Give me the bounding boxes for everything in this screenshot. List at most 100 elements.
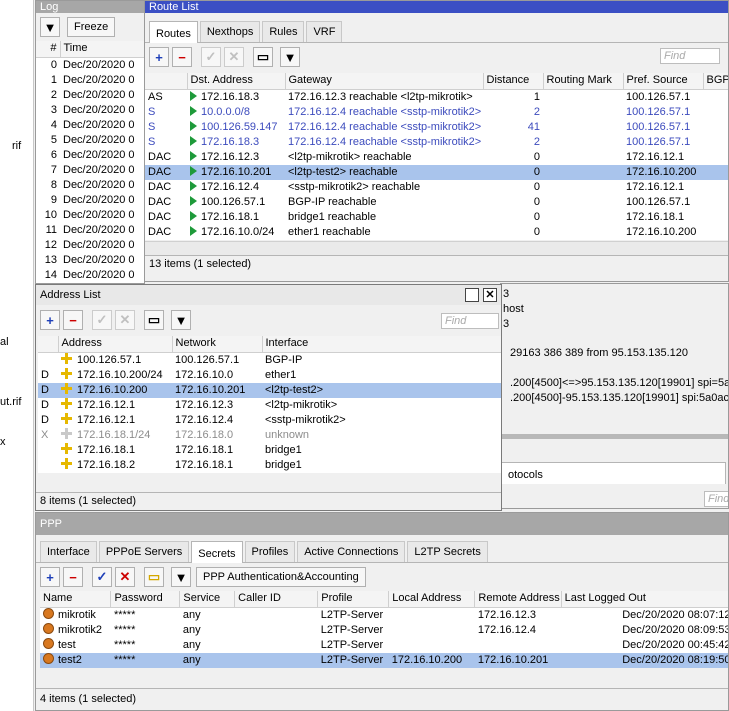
log-row[interactable]: 5 Dec/20/2020 0 <box>36 133 144 148</box>
route-col-header[interactable]: BGP <box>703 73 728 90</box>
route-col-header[interactable]: Distance <box>483 73 544 90</box>
log-row[interactable]: 10 Dec/20/2020 0 <box>36 208 144 223</box>
ppp-col-header[interactable]: Local Address <box>388 591 476 608</box>
ppp-col-header[interactable]: Caller ID <box>234 591 319 608</box>
enable-icon[interactable]: ✓ <box>92 567 112 587</box>
filter-icon[interactable]: ▼ <box>171 567 191 587</box>
address-col-header[interactable] <box>38 336 59 353</box>
tab-secrets[interactable]: Secrets <box>191 541 243 563</box>
ppp-secret-row[interactable]: mikrotik ***** any L2TP-Server 172.16.12.3 De… <box>40 607 728 623</box>
route-hscrollbar[interactable] <box>145 241 728 255</box>
tab-profiles[interactable]: Profiles <box>244 541 296 562</box>
route-col-header[interactable]: Routing Mark <box>543 73 624 90</box>
filter-icon[interactable]: ▼ <box>171 310 191 330</box>
log-row[interactable]: 14 Dec/20/2020 0 <box>36 268 144 283</box>
disable-icon[interactable]: ✕ <box>115 567 135 587</box>
route-row[interactable]: DAC 172.16.12.4 <sstp-mikrotik2> reachable… <box>145 180 728 195</box>
ppp-secret-row[interactable]: mikrotik2 ***** any L2TP-Server 172.16.12.4 D… <box>40 622 728 638</box>
bg-find-input[interactable]: Find <box>704 491 728 507</box>
address-row[interactable]: D 172.16.10.200/24 172.16.10.0 ether1 <box>38 367 501 383</box>
side-item-3[interactable]: ut.rif <box>0 396 21 408</box>
address-row[interactable]: 100.126.57.1 100.126.57.1 BGP-IP <box>38 352 501 368</box>
log-row[interactable]: 6 Dec/20/2020 0 <box>36 148 144 163</box>
log-col-time[interactable]: Time <box>60 41 144 58</box>
log-row[interactable]: 1 Dec/20/2020 0 <box>36 73 144 88</box>
log-row[interactable]: 4 Dec/20/2020 0 <box>36 118 144 133</box>
log-row[interactable]: 11 Dec/20/2020 0 <box>36 223 144 238</box>
log-row[interactable]: 9 Dec/20/2020 0 <box>36 193 144 208</box>
address-row[interactable]: 172.16.18.2 172.16.18.1 bridge1 <box>38 457 501 473</box>
add-icon[interactable]: + <box>40 310 60 330</box>
comment-icon[interactable]: ▭ <box>144 567 164 587</box>
log-row[interactable]: 0 Dec/20/2020 0 <box>36 57 144 73</box>
log-row[interactable]: 3 Dec/20/2020 0 <box>36 103 144 118</box>
tab-pppoe-servers[interactable]: PPPoE Servers <box>98 541 190 562</box>
route-row[interactable]: S 172.16.18.3 172.16.12.4 reachable <sstp-… <box>145 135 728 150</box>
remove-icon[interactable]: − <box>63 310 83 330</box>
route-row[interactable]: DAC 172.16.10.0/24 ether1 reachable 0 172.16… <box>145 225 728 240</box>
log-row[interactable]: 12 Dec/20/2020 0 <box>36 238 144 253</box>
tab-routes[interactable]: Routes <box>149 21 198 43</box>
log-row[interactable]: 2 Dec/20/2020 0 <box>36 88 144 103</box>
route-row[interactable]: DAC 172.16.10.201 <l2tp-test2> reachable 0 1… <box>145 164 728 180</box>
address-col-header[interactable]: Network <box>172 336 263 353</box>
route-row[interactable]: S 10.0.0.0/8 172.16.12.4 reachable <sstp-m… <box>145 105 728 120</box>
ppp-col-header[interactable]: Name <box>40 591 112 608</box>
tab-interface[interactable]: Interface <box>40 541 97 562</box>
enable-icon[interactable]: ✓ <box>201 47 221 67</box>
tab-rules[interactable]: Rules <box>262 21 305 42</box>
route-col-header[interactable]: Dst. Address <box>187 73 286 90</box>
route-col-header[interactable] <box>145 73 188 90</box>
enable-icon[interactable]: ✓ <box>92 310 112 330</box>
route-row[interactable]: DAC 172.16.12.3 <l2tp-mikrotik> reachable 0… <box>145 150 728 165</box>
address-row[interactable]: D 172.16.10.200 172.16.10.201 <l2tp-test2> <box>38 382 501 398</box>
address-col-header[interactable]: Interface <box>262 336 501 353</box>
ppp-auth-button[interactable]: PPP Authentication&Accounting <box>196 567 366 587</box>
address-row[interactable]: X 172.16.18.1/24 172.16.18.0 unknown <box>38 427 501 443</box>
route-row[interactable]: DAC 100.126.57.1 BGP-IP reachable 0 100.126.… <box>145 195 728 210</box>
add-icon[interactable]: + <box>40 567 60 587</box>
address-col-header[interactable]: Address <box>58 336 173 353</box>
route-row[interactable]: DAC 172.16.18.1 bridge1 reachable 0 172.16.1… <box>145 210 728 225</box>
side-item-1[interactable]: rif <box>12 140 21 152</box>
maximize-icon[interactable] <box>465 288 479 302</box>
log-row[interactable]: 8 Dec/20/2020 0 <box>36 178 144 193</box>
tab-protocols[interactable]: otocols <box>501 462 726 484</box>
ppp-col-header[interactable]: Last Logged Out <box>561 591 728 608</box>
route-row[interactable]: S 100.126.59.147 172.16.12.4 reachable <ss… <box>145 120 728 135</box>
close-icon[interactable]: ✕ <box>483 288 497 302</box>
tab-nexthops[interactable]: Nexthops <box>199 21 261 42</box>
route-find-input[interactable]: Find <box>660 48 720 64</box>
address-row[interactable]: 172.16.18.1 172.16.18.1 bridge1 <box>38 442 501 458</box>
comment-icon[interactable]: ▭ <box>144 310 164 330</box>
ppp-col-header[interactable]: Profile <box>317 591 390 608</box>
ppp-secret-row[interactable]: test ***** any L2TP-Server Dec/20/2020 00:45… <box>40 637 728 653</box>
filter-icon[interactable]: ▼ <box>40 17 60 37</box>
ppp-col-header[interactable]: Remote Address <box>474 591 562 608</box>
comment-icon[interactable]: ▭ <box>253 47 273 67</box>
add-icon[interactable]: + <box>149 47 169 67</box>
tab-l2tp-secrets[interactable]: L2TP Secrets <box>407 541 488 562</box>
side-item-2[interactable]: al <box>0 336 9 348</box>
tab-vrf[interactable]: VRF <box>306 21 343 42</box>
tab-active-connections[interactable]: Active Connections <box>297 541 406 562</box>
disable-icon[interactable]: ✕ <box>115 310 135 330</box>
ppp-col-header[interactable]: Service <box>179 591 236 608</box>
log-row[interactable]: 7 Dec/20/2020 0 <box>36 163 144 178</box>
log-col-num[interactable]: # <box>36 41 61 58</box>
ppp-secret-row[interactable]: test2 ***** any L2TP-Server 172.16.10.200 172… <box>40 652 728 668</box>
route-col-header[interactable]: Pref. Source <box>623 73 704 90</box>
freeze-button[interactable]: Freeze <box>67 17 116 37</box>
route-col-header[interactable]: Gateway <box>285 73 484 90</box>
remove-icon[interactable]: − <box>172 47 192 67</box>
address-find-input[interactable]: Find <box>441 313 499 329</box>
address-row[interactable]: D 172.16.12.1 172.16.12.4 <sstp-mikrotik2> <box>38 412 501 428</box>
disable-icon[interactable]: ✕ <box>224 47 244 67</box>
filter-icon[interactable]: ▼ <box>280 47 300 67</box>
side-item-4[interactable]: x <box>0 436 6 448</box>
log-row[interactable]: 13 Dec/20/2020 0 <box>36 253 144 268</box>
address-row[interactable]: D 172.16.12.1 172.16.12.3 <l2tp-mikrotik> <box>38 397 501 413</box>
route-row[interactable]: AS 172.16.18.3 172.16.12.3 reachable <l2tp… <box>145 89 728 105</box>
remove-icon[interactable]: − <box>63 567 83 587</box>
ppp-col-header[interactable]: Password <box>110 591 181 608</box>
